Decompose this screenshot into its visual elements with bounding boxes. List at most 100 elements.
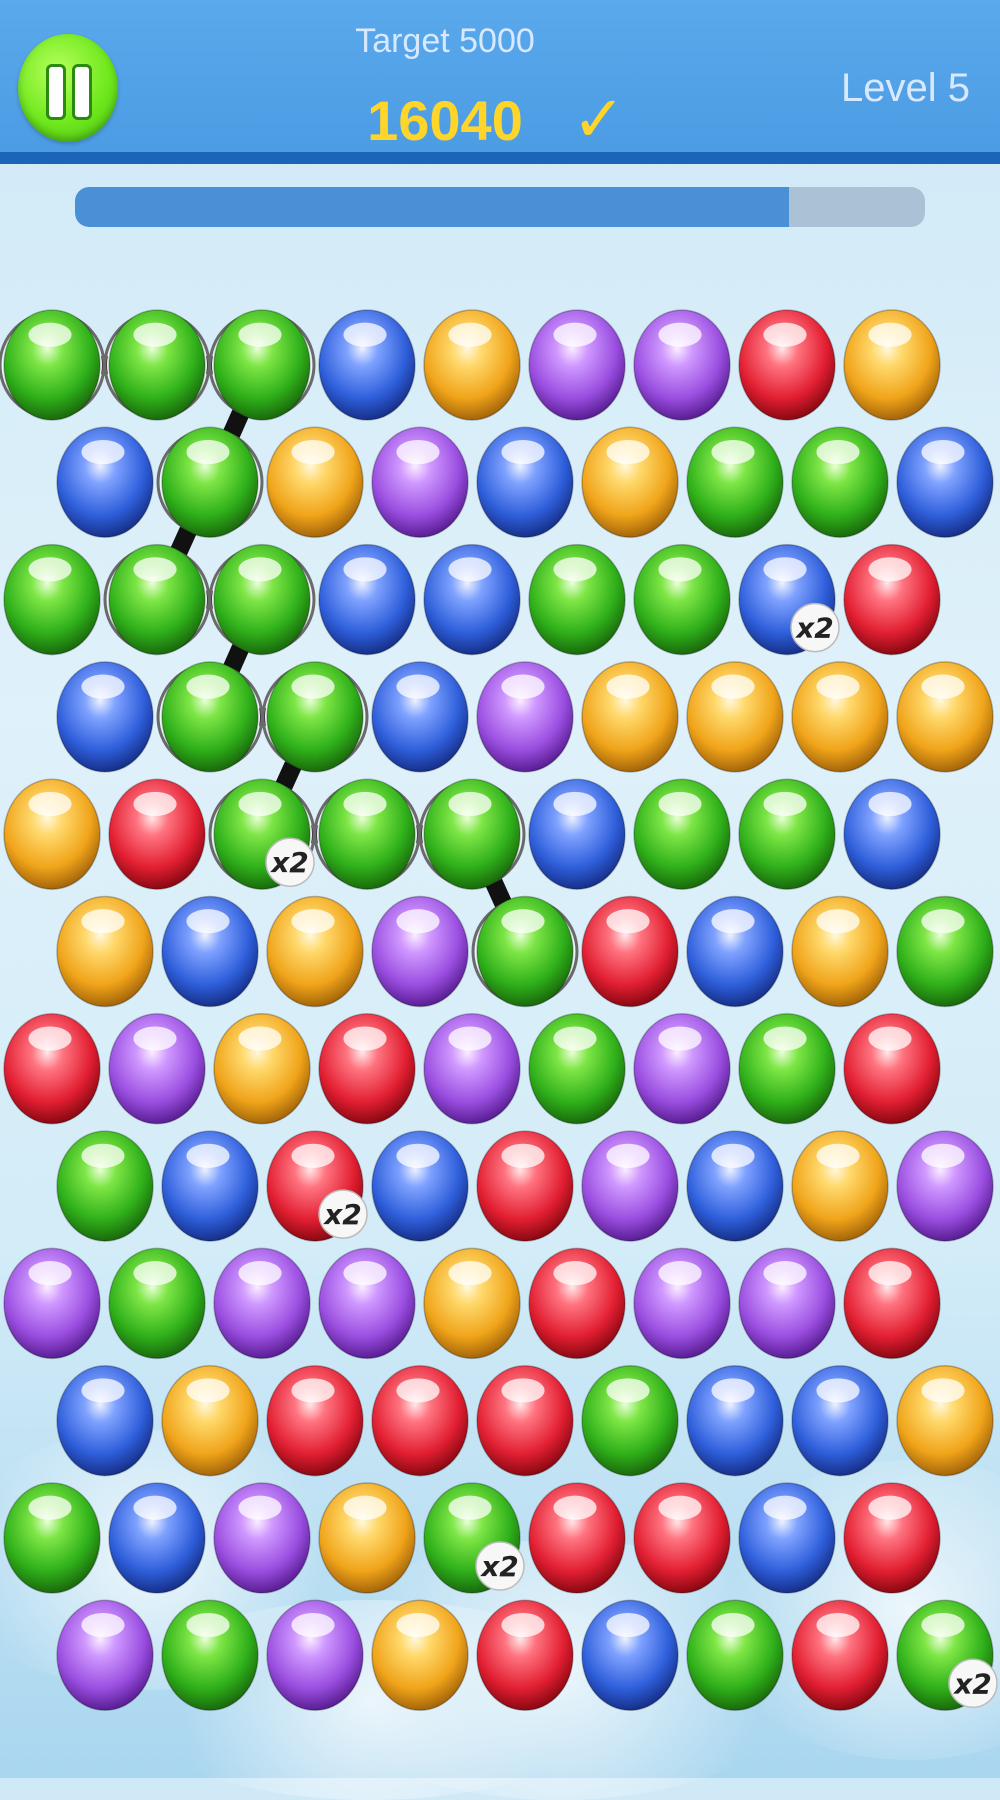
bubble-green[interactable]: [3, 309, 101, 421]
bubble-yellow[interactable]: [791, 1130, 889, 1242]
bubble-purple[interactable]: [213, 1482, 311, 1594]
bubble-green[interactable]: [56, 1130, 154, 1242]
bubble-grid[interactable]: [3, 309, 994, 1712]
bubble-board[interactable]: x2 x2 x2 x2 x2: [0, 0, 1000, 1778]
bubble-blue[interactable]: [686, 1130, 784, 1242]
bubble-yellow[interactable]: [896, 1364, 994, 1477]
bubble-green[interactable]: [581, 1364, 679, 1477]
bubble-green[interactable]: [3, 543, 101, 656]
bubble-red[interactable]: [843, 543, 941, 656]
bubble-yellow[interactable]: [56, 895, 154, 1008]
bubble-purple[interactable]: [3, 1247, 101, 1360]
bubble-green[interactable]: [686, 1599, 784, 1712]
bubble-green[interactable]: [213, 543, 311, 656]
bubble-red[interactable]: [476, 1599, 574, 1712]
bubble-blue[interactable]: [738, 1482, 836, 1594]
bubble-red[interactable]: [266, 1364, 364, 1477]
bubble-green[interactable]: [108, 309, 206, 421]
bubble-yellow[interactable]: [3, 778, 101, 890]
bubble-purple[interactable]: [56, 1599, 154, 1712]
bubble-green[interactable]: [161, 426, 259, 539]
bubble-purple[interactable]: [371, 895, 469, 1008]
bubble-blue[interactable]: [161, 895, 259, 1008]
bubble-red[interactable]: [371, 1364, 469, 1477]
bubble-blue[interactable]: [161, 1130, 259, 1242]
bubble-green[interactable]: [476, 895, 574, 1008]
bubble-purple[interactable]: [633, 1013, 731, 1125]
bubble-blue[interactable]: [318, 543, 416, 656]
bubble-yellow[interactable]: [791, 895, 889, 1008]
bubble-purple[interactable]: [633, 309, 731, 421]
bubble-purple[interactable]: [528, 309, 626, 421]
bubble-yellow[interactable]: [213, 1013, 311, 1125]
bubble-red[interactable]: [633, 1482, 731, 1594]
bubble-purple[interactable]: [738, 1247, 836, 1360]
bubble-green[interactable]: [686, 426, 784, 539]
bubble-blue[interactable]: [108, 1482, 206, 1594]
bubble-yellow[interactable]: [423, 309, 521, 421]
bubble-blue[interactable]: [896, 426, 994, 539]
bubble-green[interactable]: [161, 1599, 259, 1712]
bubble-red[interactable]: [476, 1130, 574, 1242]
bubble-red[interactable]: [528, 1482, 626, 1594]
bubble-blue[interactable]: [56, 426, 154, 539]
bubble-purple[interactable]: [896, 1130, 994, 1242]
bubble-green[interactable]: [108, 1247, 206, 1360]
bubble-purple[interactable]: [633, 1247, 731, 1360]
bubble-blue[interactable]: [528, 778, 626, 890]
bubble-yellow[interactable]: [843, 309, 941, 421]
bubble-green[interactable]: [633, 778, 731, 890]
bubble-yellow[interactable]: [686, 661, 784, 773]
bubble-blue[interactable]: [476, 426, 574, 539]
bubble-purple[interactable]: [213, 1247, 311, 1360]
bubble-green[interactable]: [161, 661, 259, 773]
bubble-yellow[interactable]: [161, 1364, 259, 1477]
bubble-red[interactable]: [581, 895, 679, 1008]
bubble-red[interactable]: [3, 1013, 101, 1125]
bubble-blue[interactable]: [56, 1364, 154, 1477]
bubble-blue[interactable]: [318, 309, 416, 421]
bubble-green[interactable]: [528, 543, 626, 656]
bubble-purple[interactable]: [266, 1599, 364, 1712]
bubble-green[interactable]: [738, 778, 836, 890]
bubble-red[interactable]: [318, 1013, 416, 1125]
bubble-yellow[interactable]: [581, 661, 679, 773]
bubble-yellow[interactable]: [318, 1482, 416, 1594]
bubble-red[interactable]: [528, 1247, 626, 1360]
bubble-yellow[interactable]: [791, 661, 889, 773]
bubble-green[interactable]: [3, 1482, 101, 1594]
bubble-green[interactable]: [633, 543, 731, 656]
bubble-blue[interactable]: [371, 1130, 469, 1242]
bubble-yellow[interactable]: [371, 1599, 469, 1712]
bubble-red[interactable]: [791, 1599, 889, 1712]
bubble-red[interactable]: [843, 1013, 941, 1125]
bubble-yellow[interactable]: [266, 895, 364, 1008]
bubble-blue[interactable]: [581, 1599, 679, 1712]
bubble-blue[interactable]: [56, 661, 154, 773]
bubble-green[interactable]: [213, 309, 311, 421]
bubble-green[interactable]: [896, 895, 994, 1008]
bubble-green[interactable]: [791, 426, 889, 539]
bubble-blue[interactable]: [686, 895, 784, 1008]
bubble-red[interactable]: [476, 1364, 574, 1477]
bubble-blue[interactable]: [791, 1364, 889, 1477]
bubble-green[interactable]: [528, 1013, 626, 1125]
bubble-yellow[interactable]: [423, 1247, 521, 1360]
bubble-purple[interactable]: [581, 1130, 679, 1242]
bubble-purple[interactable]: [476, 661, 574, 773]
bubble-purple[interactable]: [423, 1013, 521, 1125]
bubble-blue[interactable]: [686, 1364, 784, 1477]
bubble-green[interactable]: [266, 661, 364, 773]
bubble-yellow[interactable]: [266, 426, 364, 539]
bubble-yellow[interactable]: [581, 426, 679, 539]
bubble-green[interactable]: [423, 778, 521, 890]
bubble-red[interactable]: [108, 778, 206, 890]
bubble-purple[interactable]: [371, 426, 469, 539]
bubble-red[interactable]: [738, 309, 836, 421]
bubble-blue[interactable]: [423, 543, 521, 656]
bubble-purple[interactable]: [108, 1013, 206, 1125]
bubble-green[interactable]: [108, 543, 206, 656]
bubble-green[interactable]: [318, 778, 416, 890]
bubble-red[interactable]: [843, 1482, 941, 1594]
bubble-blue[interactable]: [371, 661, 469, 773]
